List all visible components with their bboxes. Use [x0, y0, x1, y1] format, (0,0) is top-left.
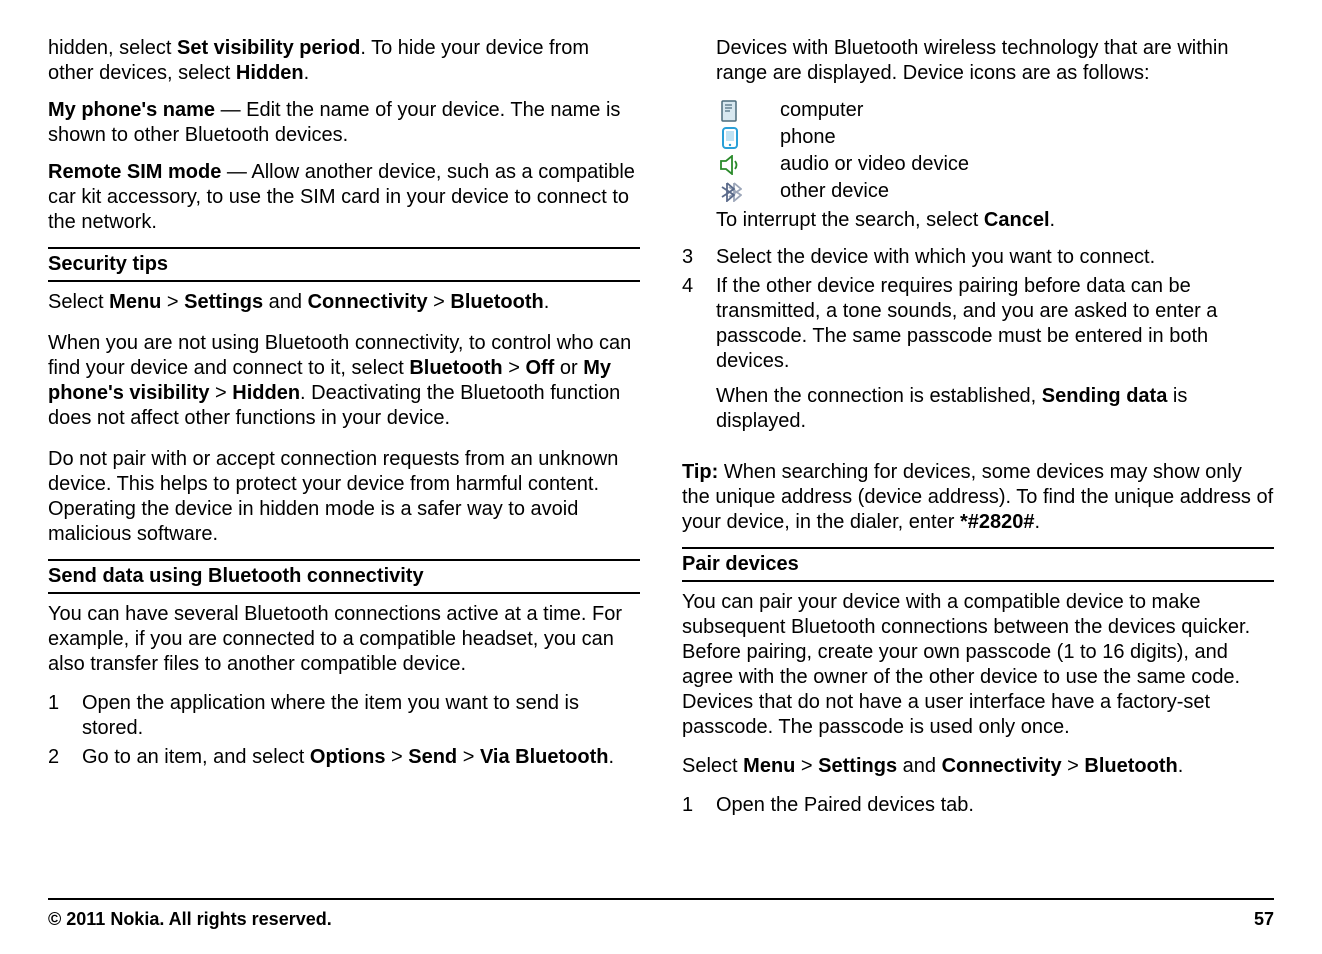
bold-text: Bluetooth: [450, 291, 543, 313]
bold-text: Remote SIM mode: [48, 161, 221, 183]
text: .: [1178, 755, 1184, 777]
bold-text: Cancel: [984, 209, 1050, 231]
text: If the other device requires pairing bef…: [716, 275, 1217, 372]
bold-text: Send: [408, 746, 457, 768]
list-item: 1 Open the Paired devices tab.: [682, 793, 1274, 818]
text: Select: [682, 755, 743, 777]
text: and: [897, 755, 941, 777]
paragraph: Remote SIM mode — Allow another device, …: [48, 160, 640, 235]
text: >: [503, 357, 526, 379]
text: >: [457, 746, 480, 768]
text: >: [161, 291, 184, 313]
tip-paragraph: Tip: When searching for devices, some de…: [682, 460, 1274, 535]
text: Select: [48, 291, 109, 313]
bold-text: Hidden: [236, 62, 304, 84]
text: .: [304, 62, 310, 84]
page-number: 57: [1254, 908, 1274, 931]
list-item: 2 Go to an item, and select Options > Se…: [48, 745, 640, 770]
icon-row-audio: audio or video device: [682, 152, 1274, 177]
list-number: 4: [682, 274, 700, 446]
list-item: 4 If the other device requires pairing b…: [682, 274, 1274, 446]
list-item: 1 Open the application where the item yo…: [48, 691, 640, 741]
text: >: [1062, 755, 1085, 777]
paragraph: Select Menu > Settings and Connectivity …: [682, 754, 1274, 779]
paragraph: hidden, select Set visibility period. To…: [48, 36, 640, 86]
column-right: Devices with Bluetooth wireless technolo…: [682, 36, 1274, 856]
list-number: 3: [682, 245, 700, 270]
bold-text: Off: [525, 357, 554, 379]
text: Go to an item, and select: [82, 746, 310, 768]
icon-label: computer: [780, 98, 863, 123]
text: To interrupt the search, select: [716, 209, 984, 231]
text: .: [608, 746, 614, 768]
list-body: Open the Paired devices tab.: [716, 793, 1274, 818]
paragraph: You can have several Bluetooth connectio…: [48, 602, 640, 677]
phone-icon: [718, 127, 744, 149]
paragraph: My phone's name — Edit the name of your …: [48, 98, 640, 148]
text: >: [209, 382, 232, 404]
icon-label: other device: [780, 179, 889, 204]
bold-text: Hidden: [232, 382, 300, 404]
column-left: hidden, select Set visibility period. To…: [48, 36, 640, 856]
list-body: Select the device with which you want to…: [716, 245, 1274, 270]
bold-text: Connectivity: [308, 291, 428, 313]
icon-row-phone: phone: [682, 125, 1274, 150]
bold-text: Bluetooth: [1084, 755, 1177, 777]
computer-icon: [718, 100, 744, 122]
text: or: [554, 357, 583, 379]
icon-label: audio or video device: [780, 152, 969, 177]
bold-text: Bluetooth: [409, 357, 502, 379]
section-heading-send-data: Send data using Bluetooth connectivity: [48, 559, 640, 594]
list-item: 3 Select the device with which you want …: [682, 245, 1274, 270]
bold-text: Options: [310, 746, 386, 768]
bold-text: Menu: [109, 291, 161, 313]
text: and: [263, 291, 307, 313]
bold-text: Settings: [818, 755, 897, 777]
speaker-icon: [718, 155, 744, 175]
text: >: [385, 746, 408, 768]
bold-text: Settings: [184, 291, 263, 313]
text: .: [1034, 511, 1040, 533]
list-number: 1: [48, 691, 66, 741]
paragraph: Devices with Bluetooth wireless technolo…: [682, 36, 1274, 86]
bold-text: My phone's name: [48, 99, 215, 121]
paragraph: Select Menu > Settings and Connectivity …: [48, 290, 640, 315]
text: .: [544, 291, 550, 313]
bold-text: Set visibility period: [177, 37, 360, 59]
icon-row-other: other device: [682, 179, 1274, 204]
text: >: [428, 291, 451, 313]
list-number: 2: [48, 745, 66, 770]
list-body: Open the application where the item you …: [82, 691, 640, 741]
bluetooth-icon: [718, 182, 744, 202]
bold-text: Menu: [743, 755, 795, 777]
text: hidden, select: [48, 37, 177, 59]
section-heading-pair-devices: Pair devices: [682, 547, 1274, 582]
copyright-text: © 2011 Nokia. All rights reserved.: [48, 908, 332, 931]
list-body: Go to an item, and select Options > Send…: [82, 745, 640, 770]
bold-text: Tip:: [682, 461, 718, 483]
bold-text: Via Bluetooth: [480, 746, 609, 768]
paragraph: Do not pair with or accept connection re…: [48, 447, 640, 547]
text: When the connection is established,: [716, 385, 1042, 407]
paragraph: To interrupt the search, select Cancel.: [682, 208, 1274, 233]
paragraph: When the connection is established, Send…: [716, 384, 1274, 434]
section-heading-security-tips: Security tips: [48, 247, 640, 282]
icon-label: phone: [780, 125, 836, 150]
icon-row-computer: computer: [682, 98, 1274, 123]
bold-text: Connectivity: [942, 755, 1062, 777]
bold-text: *#2820#: [960, 511, 1035, 533]
bold-text: Sending data: [1042, 385, 1168, 407]
page-footer: © 2011 Nokia. All rights reserved. 57: [48, 898, 1274, 931]
text: >: [795, 755, 818, 777]
text: .: [1050, 209, 1056, 231]
list-number: 1: [682, 793, 700, 818]
paragraph: You can pair your device with a compatib…: [682, 590, 1274, 740]
list-body: If the other device requires pairing bef…: [716, 274, 1274, 446]
paragraph: When you are not using Bluetooth connect…: [48, 331, 640, 431]
